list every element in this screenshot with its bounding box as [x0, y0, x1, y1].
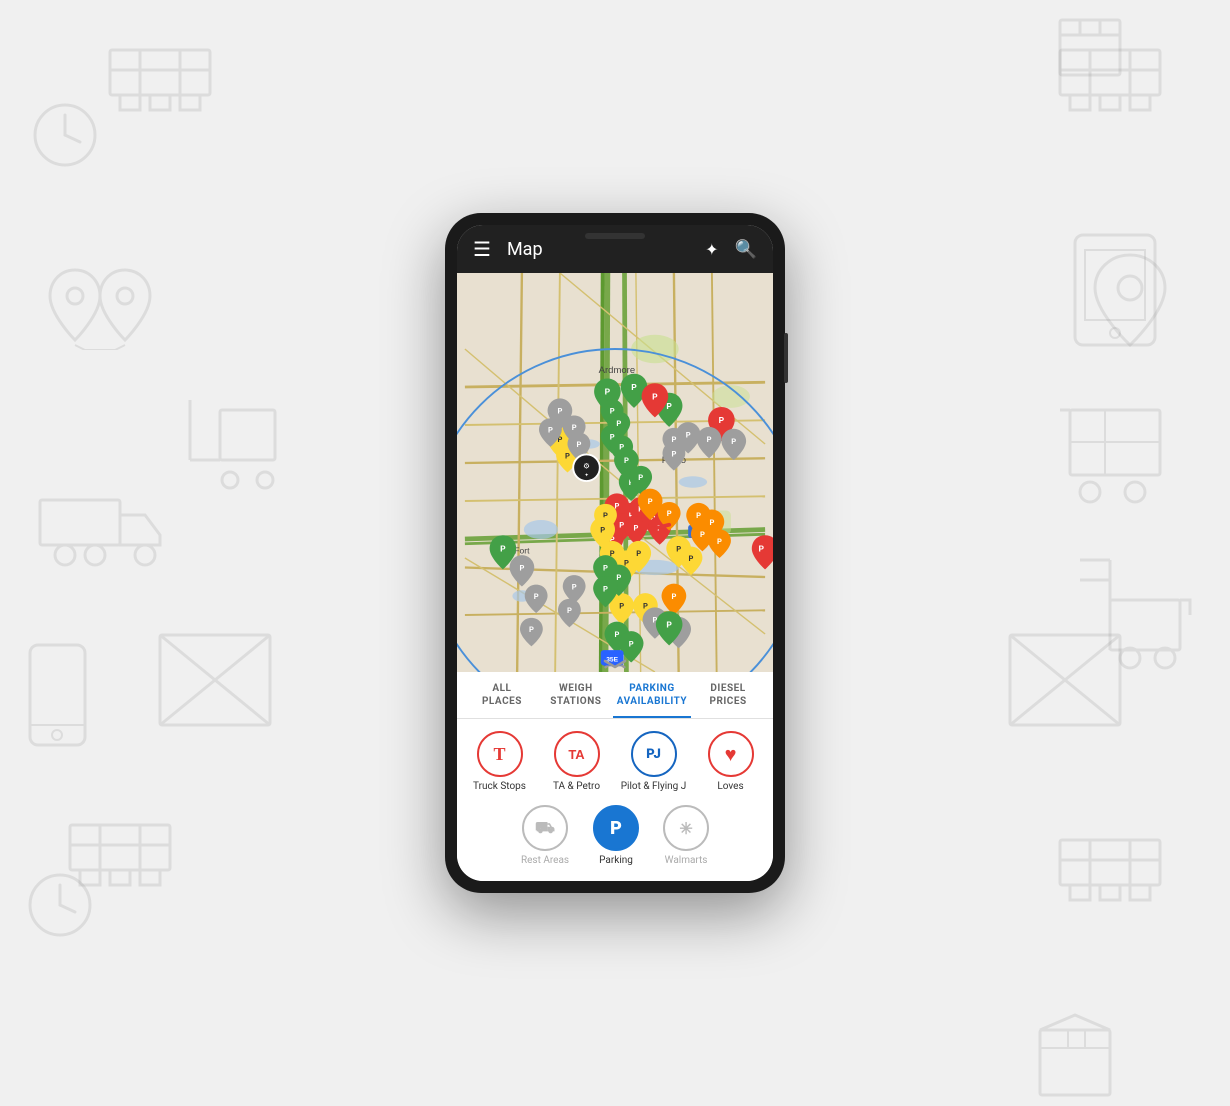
svg-text:P: P	[605, 388, 611, 398]
tab-weigh-stations[interactable]: WEIGH STATIONS	[539, 672, 613, 718]
tab-diesel-prices[interactable]: DIESEL PRICES	[691, 672, 765, 718]
svg-text:P: P	[671, 449, 676, 458]
truck-stops-label: Truck Stops	[473, 781, 526, 793]
svg-text:P: P	[709, 518, 714, 527]
loves-icon: ♥	[708, 731, 754, 777]
filter-ta-petro[interactable]: TA TA & Petro	[542, 731, 611, 793]
svg-text:P: P	[534, 592, 539, 601]
svg-text:P: P	[676, 544, 681, 553]
svg-text:P: P	[648, 497, 653, 506]
svg-text:P: P	[689, 554, 694, 563]
parking-icon: P	[593, 805, 639, 851]
truck-stops-symbol: T	[493, 744, 505, 765]
svg-text:P: P	[603, 584, 608, 593]
svg-text:P: P	[614, 630, 619, 639]
walmarts-symbol: ✳	[679, 819, 692, 838]
phone-side-button	[784, 333, 788, 383]
svg-text:P: P	[731, 437, 736, 446]
svg-text:P: P	[567, 606, 572, 615]
hamburger-menu-icon[interactable]: ☰	[473, 237, 491, 261]
filter-walmarts[interactable]: ✳ Walmarts	[663, 805, 709, 867]
svg-text:P: P	[548, 426, 553, 435]
ta-petro-label: TA & Petro	[553, 781, 600, 793]
map-chevron-handle[interactable]	[595, 654, 635, 672]
svg-text:P: P	[619, 521, 624, 530]
svg-text:P: P	[666, 620, 672, 630]
svg-text:Ardmore: Ardmore	[599, 365, 635, 376]
loves-symbol: ♥	[725, 742, 737, 767]
app-title: Map	[507, 239, 705, 260]
svg-text:P: P	[638, 473, 643, 482]
filter-icons-row2: ⛟ Rest Areas P Parking ✳ Walmarts	[457, 805, 773, 881]
ta-symbol: TA	[568, 747, 584, 762]
tab-parking-availability[interactable]: PARKING AVAILABILITY	[613, 672, 691, 718]
svg-text:P: P	[671, 592, 676, 601]
pilot-label: Pilot & Flying J	[621, 781, 687, 793]
parking-symbol: P	[610, 818, 622, 839]
navigation-icon[interactable]: ✦	[705, 240, 718, 259]
svg-text:P: P	[572, 582, 577, 591]
svg-text:P: P	[759, 544, 765, 554]
rest-areas-symbol: ⛟	[535, 818, 555, 839]
truck-stops-icon: T	[477, 731, 523, 777]
map-svg: Ardmore Plano Fort 35E 20 P P P P P P P	[457, 273, 773, 672]
svg-text:P: P	[629, 639, 634, 648]
svg-text:P: P	[529, 625, 534, 634]
phone-mockup: ☰ Map ✦ 🔍	[445, 213, 785, 893]
walmarts-icon: ✳	[663, 805, 709, 851]
bottom-panel: ALL PLACES WEIGH STATIONS PARKING AVAILA…	[457, 672, 773, 881]
svg-text:P: P	[652, 392, 658, 402]
svg-text:P: P	[616, 573, 621, 582]
search-icon[interactable]: 🔍	[735, 239, 757, 260]
loves-label: Loves	[717, 781, 743, 793]
filter-truck-stops[interactable]: T Truck Stops	[465, 731, 534, 793]
phone-speaker	[585, 233, 645, 239]
svg-text:P: P	[624, 456, 629, 465]
map-container[interactable]: Ardmore Plano Fort 35E 20 P P P P P P P	[457, 273, 773, 672]
svg-text:P: P	[500, 544, 506, 554]
svg-text:P: P	[717, 537, 722, 546]
ta-petro-icon: TA	[554, 731, 600, 777]
pilot-icon: PJ	[631, 731, 677, 777]
svg-text:⚙: ⚙	[583, 462, 590, 471]
filter-loves[interactable]: ♥ Loves	[696, 731, 765, 793]
filter-rest-areas[interactable]: ⛟ Rest Areas	[521, 805, 569, 867]
pilot-symbol: PJ	[646, 747, 661, 762]
parking-label: Parking	[599, 855, 633, 867]
rest-areas-icon: ⛟	[522, 805, 568, 851]
svg-text:P: P	[643, 601, 648, 610]
svg-text:P: P	[636, 549, 641, 558]
svg-text:P: P	[619, 601, 624, 610]
tabs-bar: ALL PLACES WEIGH STATIONS PARKING AVAILA…	[457, 672, 773, 719]
svg-text:P: P	[557, 407, 562, 416]
svg-text:P: P	[519, 563, 524, 572]
svg-text:P: P	[719, 416, 725, 426]
svg-text:P: P	[667, 509, 672, 518]
svg-text:P: P	[633, 523, 638, 532]
rest-areas-label: Rest Areas	[521, 855, 569, 867]
svg-text:P: P	[572, 423, 577, 432]
svg-text:P: P	[576, 440, 581, 449]
filter-pilot-flying-j[interactable]: PJ Pilot & Flying J	[619, 731, 688, 793]
filter-icons-row1: T Truck Stops TA TA & Petro PJ Pilo	[457, 719, 773, 805]
svg-text:✦: ✦	[585, 472, 589, 478]
svg-text:P: P	[707, 435, 712, 444]
svg-text:P: P	[565, 451, 570, 460]
svg-text:P: P	[700, 530, 705, 539]
tab-all-places[interactable]: ALL PLACES	[465, 672, 539, 718]
filter-parking[interactable]: P Parking	[593, 805, 639, 867]
header-icons-group: ✦ 🔍	[705, 239, 757, 260]
svg-text:P: P	[600, 525, 605, 534]
svg-text:Fort: Fort	[514, 545, 530, 555]
walmarts-label: Walmarts	[665, 855, 708, 867]
svg-text:P: P	[686, 430, 691, 439]
svg-text:P: P	[666, 402, 672, 412]
svg-text:P: P	[603, 563, 608, 572]
svg-text:P: P	[631, 383, 637, 393]
